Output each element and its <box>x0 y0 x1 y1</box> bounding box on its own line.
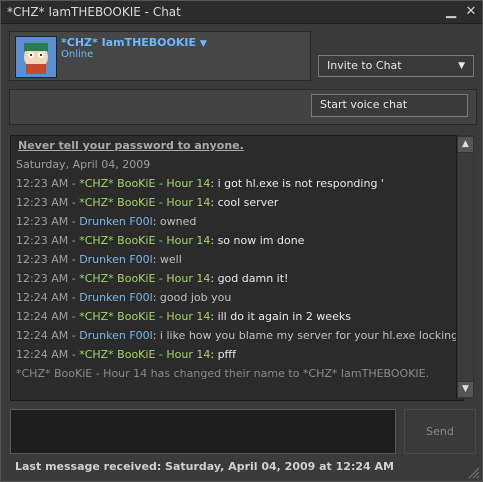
message-time: 12:23 AM <box>16 253 69 266</box>
user-status: Online <box>61 49 94 60</box>
message-text: i like how you blame my server for your … <box>159 329 456 342</box>
message-separator: - <box>68 196 80 209</box>
title-bar[interactable]: *CHZ* IamTHEBOOKIE - Chat ▁ ✕ <box>1 1 482 24</box>
chat-message: 12:23 AM - Drunken F00l: owned <box>16 215 456 229</box>
avatar[interactable] <box>15 36 57 78</box>
message-separator: - <box>68 329 80 342</box>
window-title: *CHZ* IamTHEBOOKIE - Chat <box>7 5 181 19</box>
chat-message: 12:24 AM - *CHZ* BooKiE - Hour 14: pfff <box>16 348 456 362</box>
message-colon: : <box>210 234 218 247</box>
message-text: good job you <box>159 291 232 304</box>
message-colon: : <box>210 272 218 285</box>
message-time: 12:24 AM <box>16 310 69 323</box>
message-sender[interactable]: *CHZ* BooKiE - Hour 14 <box>79 272 210 285</box>
message-separator: - <box>68 291 80 304</box>
message-time: 12:24 AM <box>16 348 69 361</box>
system-message: *CHZ* BooKiE - Hour 14 has changed their… <box>16 367 430 380</box>
message-text: pfff <box>217 348 236 361</box>
message-text: owned <box>159 215 197 228</box>
message-separator: - <box>68 177 80 190</box>
message-sender[interactable]: *CHZ* BooKiE - Hour 14 <box>79 196 210 209</box>
message-time: 12:23 AM <box>16 215 69 228</box>
message-colon: : <box>152 253 160 266</box>
message-colon: : <box>210 177 218 190</box>
message-input[interactable] <box>10 409 396 454</box>
start-voice-chat-button[interactable]: Start voice chat <box>311 94 468 117</box>
message-sender[interactable]: Drunken F00l <box>79 253 153 266</box>
chat-date: Saturday, April 04, 2009 <box>16 158 151 171</box>
chat-message: 12:23 AM - *CHZ* BooKiE - Hour 14: i got… <box>16 177 456 191</box>
chat-message: 12:24 AM - *CHZ* BooKiE - Hour 14: ill d… <box>16 310 456 324</box>
message-time: 12:23 AM <box>16 272 69 285</box>
chat-scrollbar[interactable]: ▲ ▼ <box>456 135 474 399</box>
message-sender[interactable]: *CHZ* BooKiE - Hour 14 <box>79 234 210 247</box>
chat-message: 12:24 AM - Drunken F00l: i like how you … <box>16 329 456 343</box>
last-message-status: Last message received: Saturday, April 0… <box>15 460 394 473</box>
message-colon: : <box>152 291 160 304</box>
message-colon: : <box>152 215 160 228</box>
scroll-thumb[interactable] <box>458 153 473 381</box>
message-sender[interactable]: *CHZ* BooKiE - Hour 14 <box>79 310 210 323</box>
chat-message: 12:24 AM - Drunken F00l: good job you <box>16 291 456 305</box>
invite-button-label: Invite to Chat <box>327 59 402 72</box>
message-separator: - <box>68 215 80 228</box>
message-colon: : <box>210 348 218 361</box>
message-sender[interactable]: Drunken F00l <box>79 329 153 342</box>
message-time: 12:23 AM <box>16 177 69 190</box>
minimize-icon[interactable]: ▁ <box>444 5 458 19</box>
message-separator: - <box>68 234 80 247</box>
message-separator: - <box>68 253 80 266</box>
message-text: god damn it! <box>217 272 289 285</box>
chat-message: 12:23 AM - Drunken F00l: well <box>16 253 456 267</box>
message-time: 12:23 AM <box>16 196 69 209</box>
chat-message: 12:23 AM - *CHZ* BooKiE - Hour 14: god d… <box>16 272 456 286</box>
avatar-icon <box>16 37 56 77</box>
message-separator: - <box>68 272 80 285</box>
message-colon: : <box>210 196 218 209</box>
chat-window: *CHZ* IamTHEBOOKIE - Chat ▁ ✕ *CHZ* IamT… <box>0 0 483 482</box>
message-time: 12:24 AM <box>16 291 69 304</box>
message-text: cool server <box>217 196 279 209</box>
message-sender[interactable]: *CHZ* BooKiE - Hour 14 <box>79 177 210 190</box>
message-sender[interactable]: Drunken F00l <box>79 291 153 304</box>
send-button[interactable]: Send <box>404 409 476 454</box>
user-name[interactable]: *CHZ* IamTHEBOOKIE ▼ <box>61 36 207 49</box>
message-colon: : <box>152 329 160 342</box>
voice-button-label: Start voice chat <box>320 98 408 111</box>
message-text: so now im done <box>217 234 305 247</box>
chat-message: 12:23 AM - *CHZ* BooKiE - Hour 14: so no… <box>16 234 456 248</box>
chevron-down-icon: ▼ <box>458 61 465 71</box>
resize-grip-icon[interactable] <box>466 465 480 479</box>
chat-message: 12:23 AM - *CHZ* BooKiE - Hour 14: cool … <box>16 196 456 210</box>
user-header: *CHZ* IamTHEBOOKIE ▼ Online <box>9 31 311 81</box>
scroll-up-icon[interactable]: ▲ <box>458 137 473 152</box>
message-text: i got hl.exe is not responding ' <box>217 177 384 190</box>
message-time: 12:23 AM <box>16 234 69 247</box>
message-sender[interactable]: Drunken F00l <box>79 215 153 228</box>
scroll-down-icon[interactable]: ▼ <box>458 382 473 397</box>
message-colon: : <box>210 310 218 323</box>
message-sender[interactable]: *CHZ* BooKiE - Hour 14 <box>79 348 210 361</box>
message-text: well <box>159 253 182 266</box>
invite-to-chat-button[interactable]: Invite to Chat ▼ <box>318 55 474 77</box>
chevron-down-icon[interactable]: ▼ <box>200 39 207 49</box>
message-time: 12:24 AM <box>16 329 69 342</box>
user-name-label: *CHZ* IamTHEBOOKIE <box>61 36 197 49</box>
message-text: ill do it again in 2 weeks <box>217 310 351 323</box>
close-icon[interactable]: ✕ <box>464 5 478 19</box>
message-separator: - <box>68 310 80 323</box>
message-separator: - <box>68 348 80 361</box>
password-warning[interactable]: Never tell your password to anyone. <box>18 139 244 152</box>
